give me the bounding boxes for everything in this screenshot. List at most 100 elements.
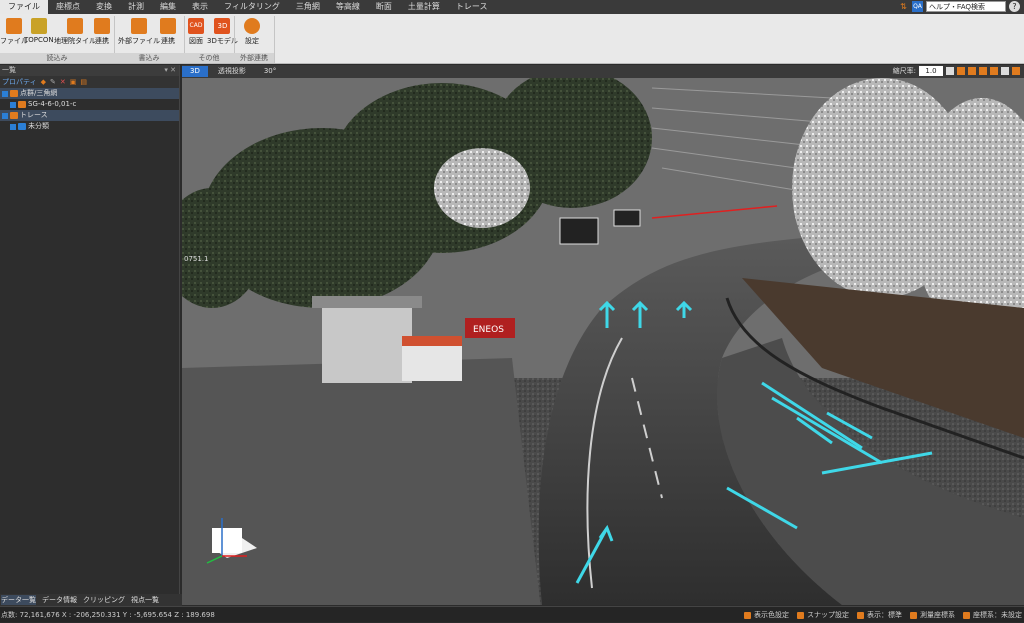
- status-icon: [744, 611, 751, 619]
- menu-item[interactable]: 編集: [152, 0, 184, 14]
- parking-lot: [182, 358, 541, 605]
- edit-icon[interactable]: ✎: [50, 78, 56, 86]
- add-icon[interactable]: ◆: [41, 78, 46, 86]
- layer-icon[interactable]: ▣: [70, 78, 77, 86]
- tree-item-label: 未分類: [28, 122, 49, 130]
- menu-item[interactable]: 三角網: [288, 0, 328, 14]
- tree-item-label: トレース: [20, 111, 48, 119]
- visibility-checkbox[interactable]: [2, 112, 8, 119]
- bottom-tab[interactable]: クリッピング: [83, 595, 125, 605]
- bottom-tab[interactable]: 視点一覧: [131, 595, 159, 605]
- bottom-tab[interactable]: データ一覧: [1, 595, 36, 605]
- status-icon: [963, 611, 970, 619]
- ribbon-toolbar: ファイル TOPCON 地理院タイル 連携 外部ファイル 連携 CAD 図面 3D 3Dモデル 設定…: [0, 14, 1024, 64]
- view-front-icon[interactable]: [957, 67, 965, 75]
- visibility-checkbox[interactable]: [10, 123, 16, 130]
- ribbon-button-label: 連携: [161, 37, 175, 45]
- billboard: [559, 217, 599, 245]
- settings-button[interactable]: 設定: [244, 18, 260, 46]
- layer-icon: [18, 101, 26, 108]
- ribbon-group-label: 書込み: [114, 53, 184, 63]
- drawing-icon: CAD: [188, 18, 204, 34]
- status-right: 表示色設定 スナップ設定 表示：標準 測量座標系 座標系：未設定: [744, 607, 1022, 623]
- menu-item[interactable]: 変換: [88, 0, 120, 14]
- viewport-tab[interactable]: 30°: [256, 66, 284, 77]
- data-list-panel: 一覧 ▾ ✕ プロパティ ◆ ✎ ✕ ▣ ▤ 点群/三角網 SG-4-6-0,01…: [0, 65, 180, 605]
- visibility-checkbox[interactable]: [10, 101, 16, 108]
- layer-icon: [10, 112, 18, 119]
- copy-icon[interactable]: ▤: [80, 78, 87, 86]
- status-label: 表示：標準: [867, 611, 902, 619]
- 3d-model-icon: 3D: [214, 18, 231, 34]
- point-count-coordinates: 点数: 72,161,676 X : -206,250.331 Y : -5,6…: [1, 610, 215, 619]
- link-write-button[interactable]: 連携: [160, 18, 176, 46]
- home-icon[interactable]: [946, 67, 954, 75]
- panel-toolbar: プロパティ ◆ ✎ ✕ ▣ ▤: [0, 76, 179, 88]
- topcon-button[interactable]: TOPCON: [24, 18, 54, 44]
- ribbon-group-label: 読込み: [0, 53, 114, 63]
- tree-item[interactable]: SG-4-6-0,01-c: [0, 99, 179, 110]
- point-cloud-scene[interactable]: ENEOS: [182, 78, 1024, 605]
- fit-icon[interactable]: [1012, 67, 1020, 75]
- billboard-small: [613, 209, 641, 227]
- menu-item[interactable]: 計測: [120, 0, 152, 14]
- tree-item[interactable]: 点群/三角網: [0, 88, 179, 99]
- ribbon-button-label: 連携: [95, 37, 109, 45]
- properties-button[interactable]: プロパティ: [2, 77, 37, 87]
- tree-item-label: SG-4-6-0,01-c: [28, 100, 77, 108]
- status-item[interactable]: 測量座標系: [910, 610, 955, 620]
- status-item[interactable]: スナップ設定: [797, 610, 849, 620]
- tree-item[interactable]: トレース: [0, 110, 179, 121]
- menu-item[interactable]: ファイル: [0, 0, 48, 14]
- panel-controls[interactable]: ▾ ✕: [164, 65, 176, 76]
- blossom-tree: [434, 148, 530, 228]
- help-search-input[interactable]: [926, 1, 1006, 12]
- topcon-icon: [30, 18, 47, 34]
- status-label: スナップ設定: [807, 611, 849, 619]
- sort-icon[interactable]: ⇅: [898, 1, 909, 12]
- help-icon[interactable]: ?: [1009, 1, 1020, 12]
- settings-icon: [244, 18, 260, 34]
- viewport-tab[interactable]: 3D: [182, 66, 208, 77]
- view-iso-icon[interactable]: [1001, 67, 1009, 75]
- panel-bottom-tabs: データ一覧 データ情報 クリッピング 視点一覧: [0, 594, 182, 606]
- delete-icon[interactable]: ✕: [60, 78, 66, 86]
- 3d-viewport[interactable]: 3D 透視投影 30° 縮尺率: 1.0 ENEOS 0751.1: [182, 65, 1024, 605]
- menu-item[interactable]: 等高線: [328, 0, 368, 14]
- ribbon-button-label: TOPCON: [24, 36, 54, 44]
- gsi-tile-button[interactable]: 地理院タイル: [54, 18, 96, 46]
- visibility-checkbox[interactable]: [2, 90, 8, 97]
- bottom-tab[interactable]: データ情報: [42, 595, 77, 605]
- menu-item[interactable]: トレース: [448, 0, 496, 14]
- scale-input[interactable]: 1.0: [919, 66, 943, 76]
- menu-item[interactable]: フィルタリング: [216, 0, 288, 14]
- ribbon-button-label: 設定: [245, 37, 259, 45]
- menu-item[interactable]: 表示: [184, 0, 216, 14]
- qa-icon[interactable]: QA: [912, 1, 923, 12]
- drawing-button[interactable]: CAD 図面: [188, 18, 204, 46]
- view-back-icon[interactable]: [990, 67, 998, 75]
- status-item[interactable]: 表示色設定: [744, 610, 789, 620]
- file-import-icon: [6, 18, 22, 34]
- view-top-icon[interactable]: [979, 67, 987, 75]
- status-item[interactable]: 座標系：未設定: [963, 610, 1022, 620]
- ribbon-group-label: 外部連携: [234, 53, 274, 63]
- gsi-tile-icon: [67, 18, 83, 34]
- link-read-button[interactable]: 連携: [94, 18, 110, 46]
- status-icon: [797, 611, 804, 619]
- station-sign: ENEOS: [473, 325, 504, 335]
- status-bar: 点数: 72,161,676 X : -206,250.331 Y : -5,6…: [0, 606, 1024, 622]
- status-item[interactable]: 表示：標準: [857, 610, 902, 620]
- status-icon: [910, 611, 917, 619]
- tree-item[interactable]: 未分類: [0, 121, 179, 132]
- external-file-button[interactable]: 外部ファイル: [118, 18, 160, 46]
- viewport-tab[interactable]: 透視投影: [210, 66, 254, 77]
- ribbon-button-label: 地理院タイル: [54, 37, 96, 45]
- menu-item[interactable]: 断面: [368, 0, 400, 14]
- ribbon-separator: [274, 16, 275, 63]
- view-side-icon[interactable]: [968, 67, 976, 75]
- menu-item[interactable]: 土量計算: [400, 0, 448, 14]
- scale-label: 縮尺率:: [892, 67, 916, 75]
- external-file-icon: [131, 18, 147, 34]
- menu-item[interactable]: 座標点: [48, 0, 88, 14]
